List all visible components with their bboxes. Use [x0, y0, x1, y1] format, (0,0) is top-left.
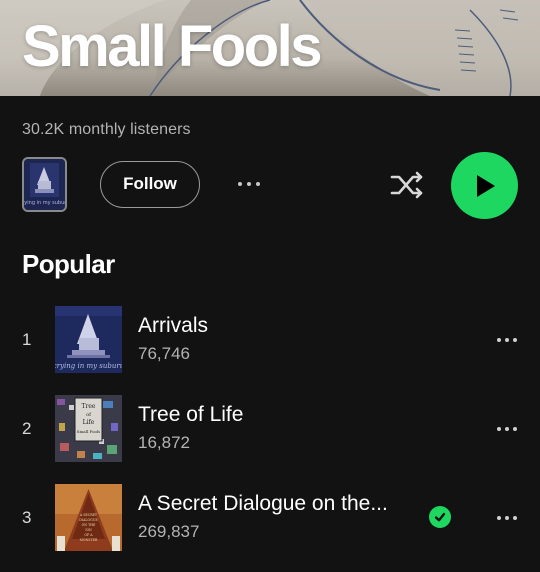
track-row[interactable]: 1 crying in my suburu Arrivals 76,746 [0, 306, 540, 376]
svg-text:SIN: SIN [85, 528, 91, 532]
more-options-icon[interactable] [232, 172, 266, 196]
artist-profile-thumbnail[interactable]: crying in my suburu [22, 157, 67, 212]
track-play-count: 16,872 [138, 433, 190, 452]
svg-text:Tree: Tree [82, 403, 96, 410]
monthly-listeners: 30.2K monthly listeners [22, 121, 191, 138]
artist-banner: Small Fools [0, 0, 540, 96]
svg-text:MONSTER: MONSTER [80, 538, 98, 542]
play-icon [476, 174, 495, 197]
shuffle-icon[interactable] [388, 168, 428, 202]
svg-text:Small Fools: Small Fools [77, 429, 100, 434]
svg-text:OF A: OF A [84, 533, 93, 537]
cover-art-caption: crying in my suburu [55, 362, 122, 370]
track-more-options-icon[interactable] [492, 330, 522, 350]
track-number: 3 [22, 508, 32, 527]
artist-name: Small Fools [22, 14, 323, 79]
svg-text:DIALOGUE: DIALOGUE [79, 518, 98, 522]
track-more-options-icon[interactable] [492, 419, 522, 439]
track-number: 1 [22, 330, 32, 349]
follow-button[interactable]: Follow [100, 161, 200, 208]
track-row[interactable]: 2 Tree of Life Small Fools Tree of Life … [0, 395, 540, 465]
track-play-count: 76,746 [138, 344, 190, 363]
track-cover-art: A SECRET DIALOGUE ON THE SIN OF A MONSTE… [55, 484, 122, 551]
play-button[interactable] [451, 152, 518, 219]
track-title: Arrivals [138, 314, 209, 337]
svg-text:A SECRET: A SECRET [79, 513, 98, 517]
track-number: 2 [22, 419, 32, 438]
popular-heading: Popular [22, 249, 115, 279]
track-title: A Secret Dialogue on the... [138, 492, 388, 515]
svg-text:crying in my suburu: crying in my suburu [24, 200, 65, 206]
track-cover-art: crying in my suburu [55, 306, 122, 373]
track-more-options-icon[interactable] [492, 508, 522, 528]
saved-check-icon[interactable] [429, 506, 451, 528]
track-cover-art: Tree of Life Small Fools [55, 395, 122, 462]
svg-text:Life: Life [83, 419, 95, 426]
track-play-count: 269,837 [138, 522, 200, 541]
artist-page: Small Fools 30.2K monthly listeners cryi… [0, 0, 540, 572]
track-row[interactable]: 3 A SECRET DIALOGUE ON THE SIN OF A MONS… [0, 484, 540, 554]
track-title: Tree of Life [138, 403, 244, 426]
svg-text:ON THE: ON THE [82, 523, 96, 527]
